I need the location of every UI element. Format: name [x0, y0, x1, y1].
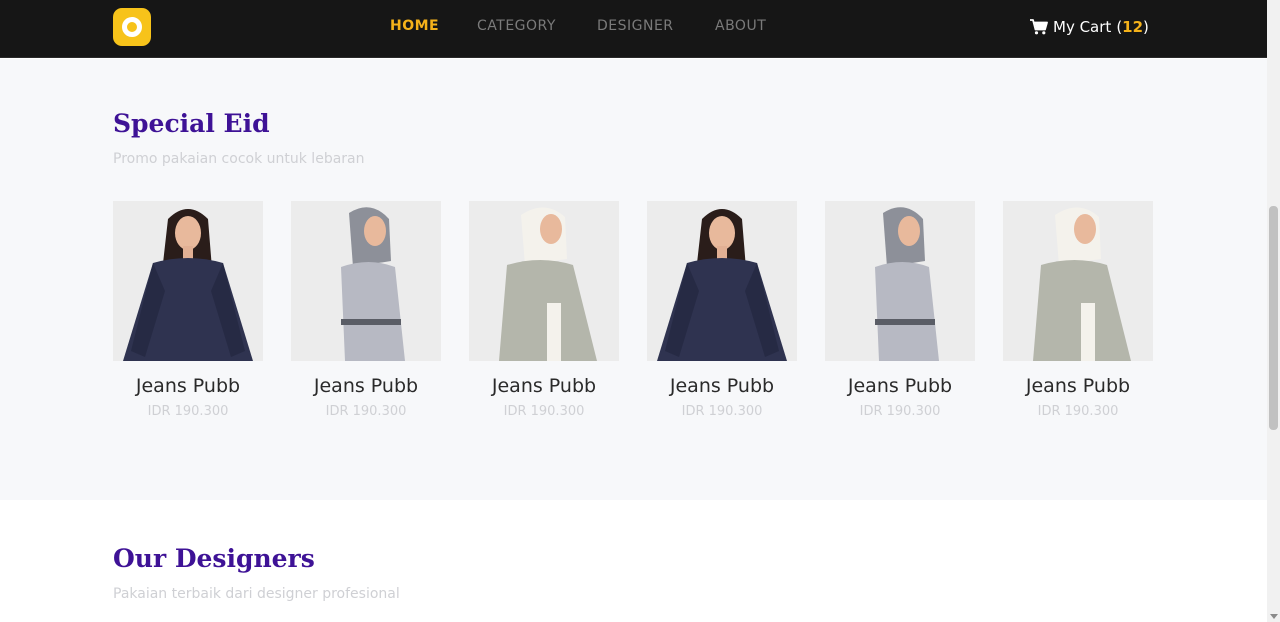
product-photo[interactable] — [647, 201, 797, 361]
product-card[interactable]: Jeans Pubb IDR 190.300 — [113, 201, 263, 419]
grey-hijab-dress-model-image — [825, 201, 975, 361]
navy-dress-model-image — [113, 201, 263, 361]
product-price: IDR 190.300 — [325, 404, 407, 419]
product-price: IDR 190.300 — [1037, 404, 1119, 419]
page-scrollbar[interactable] — [1267, 0, 1280, 622]
product-photo[interactable] — [825, 201, 975, 361]
scrollbar-thumb[interactable] — [1269, 206, 1278, 430]
navy-dress-model-image — [647, 201, 797, 361]
special-eid-section: Special Eid Promo pakaian cocok untuk le… — [0, 59, 1267, 500]
cart-count-wrapper: (12) — [1116, 18, 1149, 36]
product-name[interactable]: Jeans Pubb — [469, 375, 619, 397]
product-card[interactable]: Jeans Pubb IDR 190.300 — [1003, 201, 1153, 419]
product-price: IDR 190.300 — [503, 404, 585, 419]
nav-item-about[interactable]: ABOUT — [715, 18, 766, 34]
sage-hijab-dress-model-image — [469, 201, 619, 361]
shopping-cart-icon — [1030, 19, 1048, 35]
product-price: IDR 190.300 — [859, 404, 941, 419]
product-photo[interactable] — [291, 201, 441, 361]
product-card[interactable]: Jeans Pubb IDR 190.300 — [291, 201, 441, 419]
product-photo[interactable] — [1003, 201, 1153, 361]
section-subtitle: Pakaian terbaik dari designer profesiona… — [113, 586, 400, 602]
product-name[interactable]: Jeans Pubb — [825, 375, 975, 397]
nav-item-category[interactable]: CATEGORY — [477, 18, 556, 34]
product-price: IDR 190.300 — [147, 404, 229, 419]
nav-item-home[interactable]: HOME — [390, 18, 439, 34]
my-cart-button[interactable]: My Cart (12) — [1030, 16, 1149, 38]
grey-hijab-dress-model-image — [291, 201, 441, 361]
product-photo[interactable] — [113, 201, 263, 361]
product-photo[interactable] — [469, 201, 619, 361]
product-card[interactable]: Jeans Pubb IDR 190.300 — [825, 201, 975, 419]
product-name[interactable]: Jeans Pubb — [647, 375, 797, 397]
cart-count: 12 — [1122, 18, 1144, 36]
product-price: IDR 190.300 — [681, 404, 763, 419]
nav-item-designer[interactable]: DESIGNER — [597, 18, 674, 34]
our-designers-section: Our Designers Pakaian terbaik dari desig… — [0, 500, 1267, 622]
product-name[interactable]: Jeans Pubb — [1003, 375, 1153, 397]
product-name[interactable]: Jeans Pubb — [291, 375, 441, 397]
section-title: Special Eid — [113, 109, 270, 138]
product-name[interactable]: Jeans Pubb — [113, 375, 263, 397]
section-subtitle: Promo pakaian cocok untuk lebaran — [113, 151, 365, 167]
cart-label: My Cart — [1053, 18, 1112, 36]
section-title: Our Designers — [113, 544, 315, 573]
sage-hijab-dress-model-image — [1003, 201, 1153, 361]
scroll-down-arrow-icon[interactable] — [1270, 614, 1278, 619]
product-card[interactable]: Jeans Pubb IDR 190.300 — [469, 201, 619, 419]
top-navbar: HOME CATEGORY DESIGNER ABOUT My Cart (12… — [0, 0, 1267, 58]
product-card[interactable]: Jeans Pubb IDR 190.300 — [647, 201, 797, 419]
